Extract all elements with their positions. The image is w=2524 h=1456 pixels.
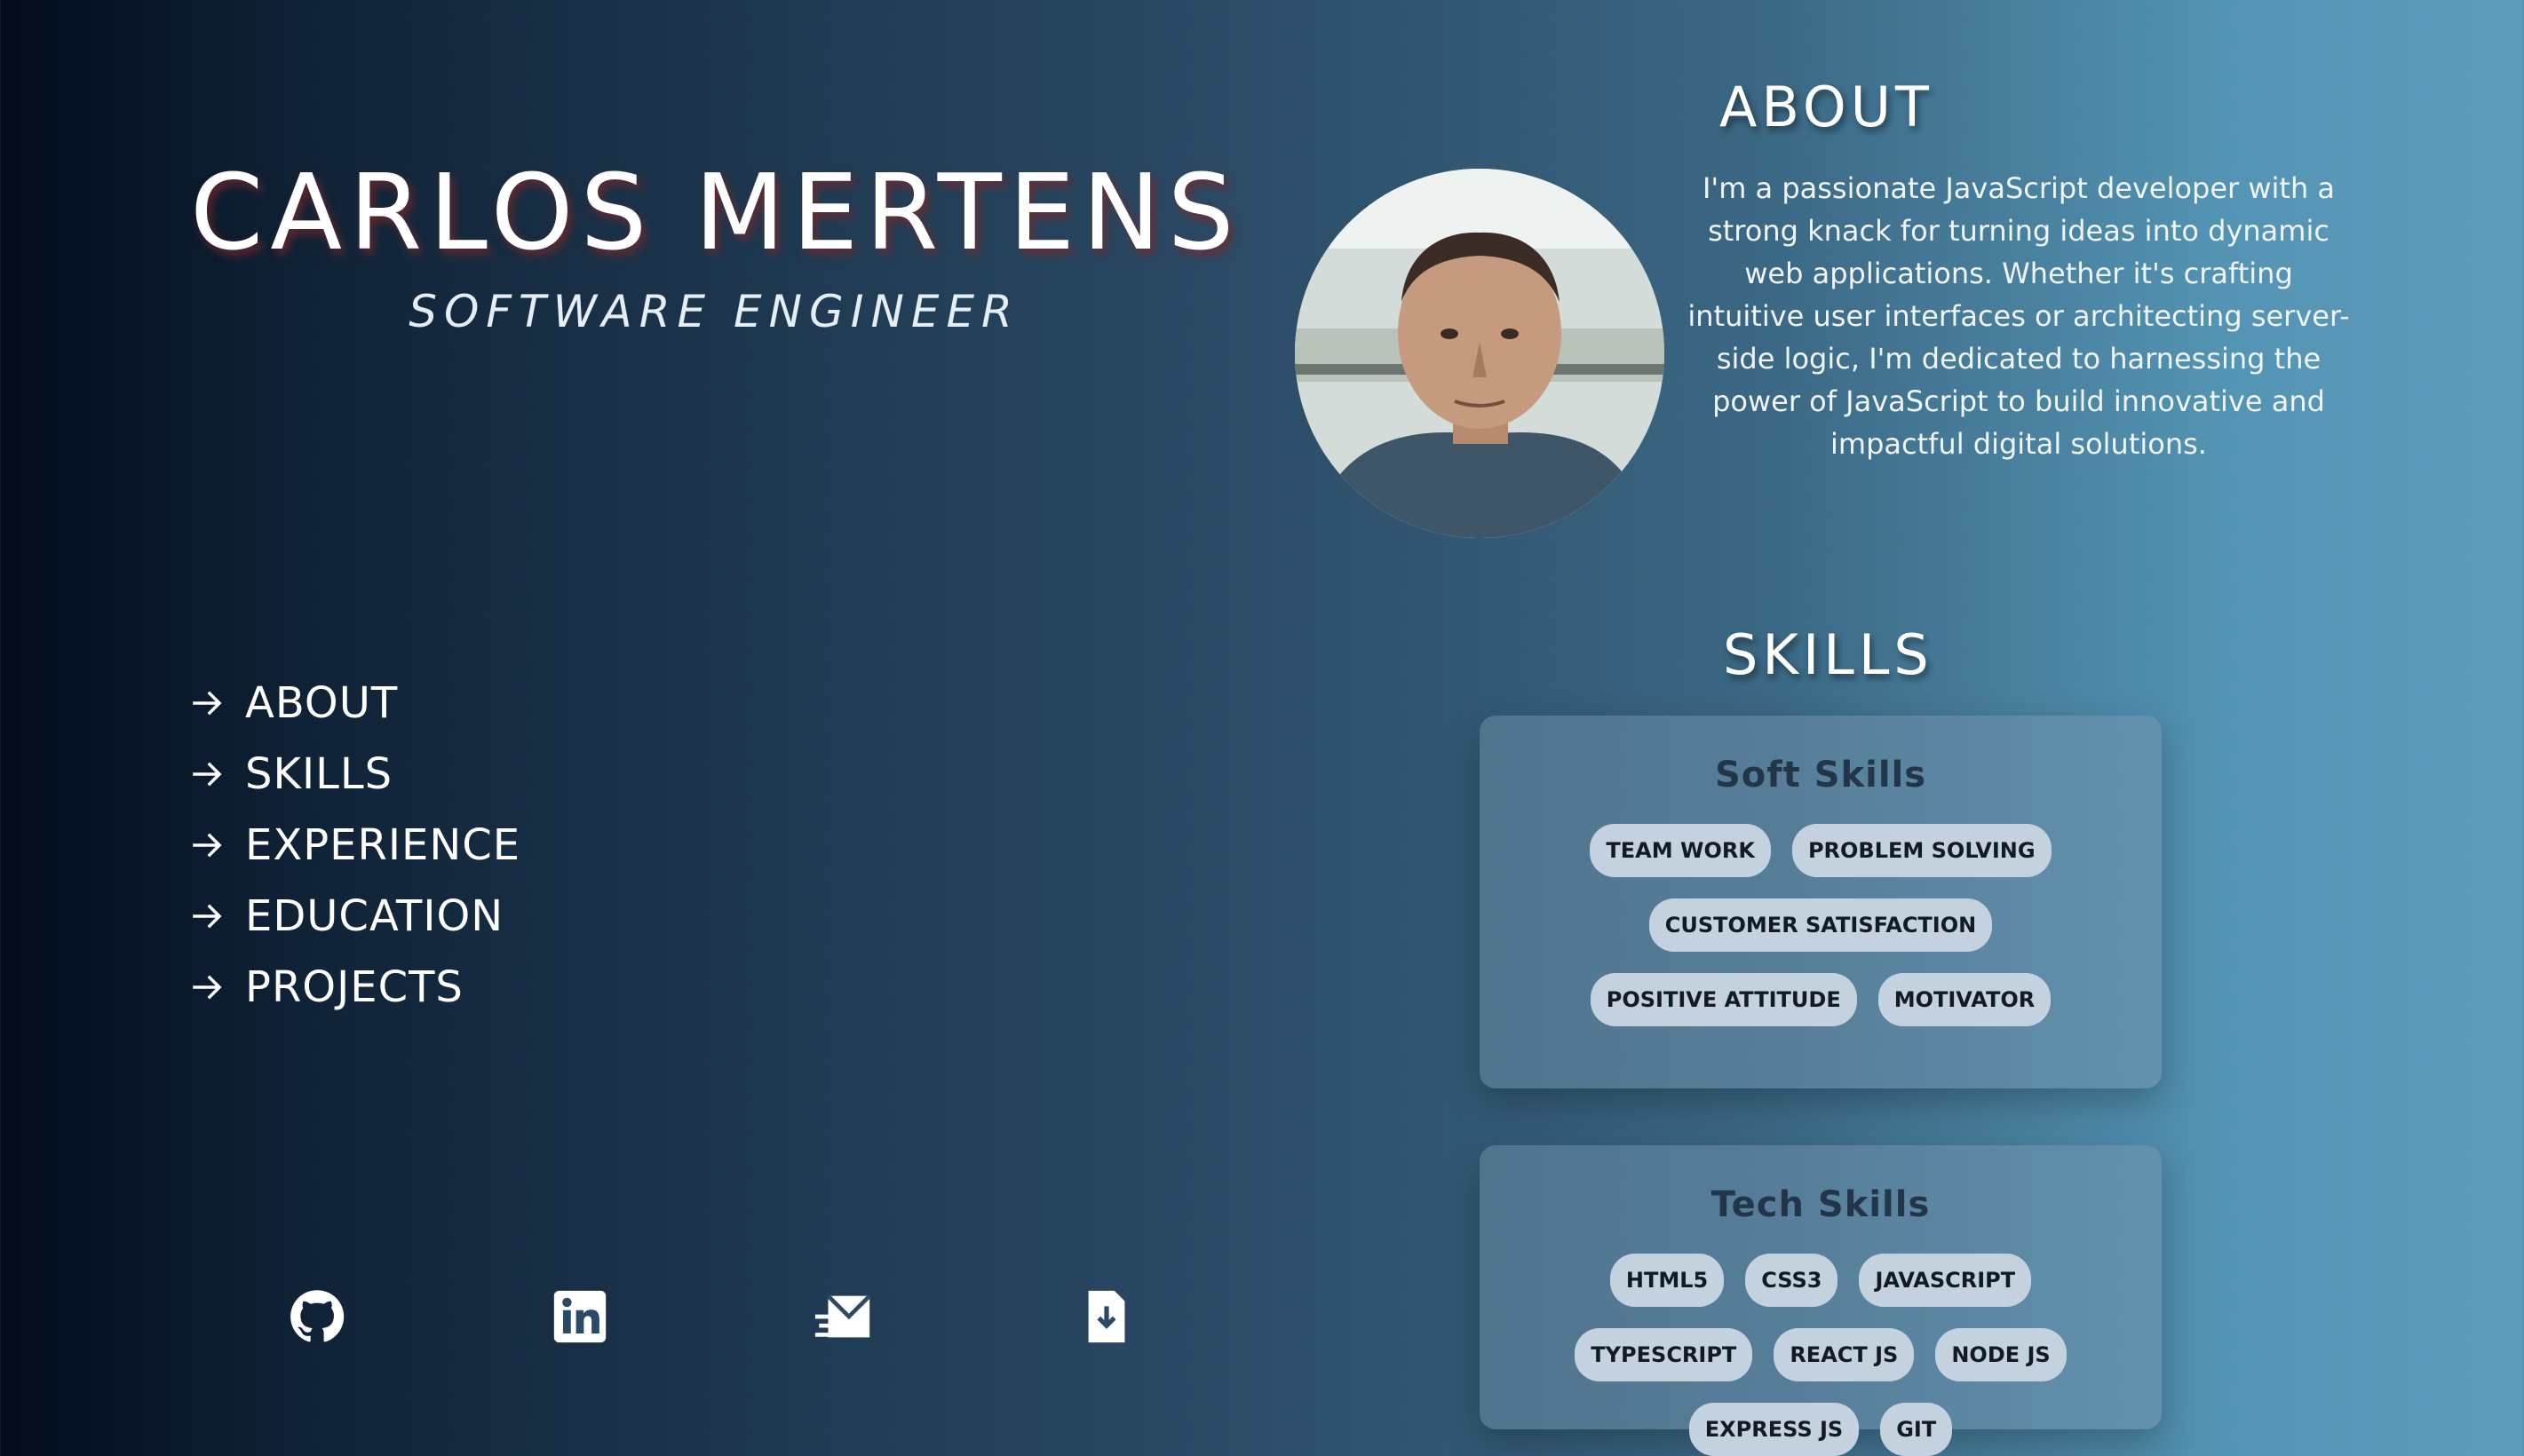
skill-chip: PROBLEM SOLVING bbox=[1791, 824, 2052, 877]
linkedin-link[interactable] bbox=[549, 1286, 611, 1348]
tech-skills-card: Tech Skills HTML5 CSS3 JAVASCRIPT TYPESC… bbox=[1480, 1145, 2162, 1456]
nav-item-skills[interactable]: SKILLS bbox=[188, 739, 520, 810]
download-resume-link[interactable] bbox=[1075, 1286, 1138, 1348]
arrow-right-icon bbox=[193, 762, 222, 787]
page-title: CARLOS MERTENS bbox=[190, 151, 1242, 273]
job-title: SOFTWARE ENGINEER bbox=[409, 286, 1020, 337]
soft-skills-title: Soft Skills bbox=[1714, 755, 1927, 795]
email-icon bbox=[814, 1294, 871, 1338]
nav-item-label: ABOUT bbox=[245, 678, 399, 728]
profile-photo bbox=[1295, 169, 1664, 538]
avatar bbox=[1295, 169, 1664, 538]
nav-item-education[interactable]: EDUCATION bbox=[188, 881, 520, 952]
nav-item-label: EDUCATION bbox=[245, 891, 504, 941]
nav-item-experience[interactable]: EXPERIENCE bbox=[188, 810, 520, 881]
arrow-right-icon bbox=[193, 904, 222, 929]
skill-chip: JAVASCRIPT bbox=[1859, 1254, 2032, 1307]
soft-skills-list: TEAM WORK PROBLEM SOLVING CUSTOMER SATIS… bbox=[1480, 824, 2162, 1026]
soft-skills-card: Soft Skills TEAM WORK PROBLEM SOLVING CU… bbox=[1480, 716, 2162, 1088]
tech-skills-title: Tech Skills bbox=[1710, 1184, 1931, 1225]
arrow-right-icon bbox=[193, 975, 222, 1000]
nav-item-projects[interactable]: PROJECTS bbox=[188, 952, 520, 1023]
skill-chip: CUSTOMER SATISFACTION bbox=[1648, 898, 1993, 952]
tech-skills-list: HTML5 CSS3 JAVASCRIPT TYPESCRIPT REACT J… bbox=[1480, 1254, 2162, 1456]
github-link[interactable] bbox=[286, 1286, 348, 1348]
skill-chip: CSS3 bbox=[1745, 1254, 1838, 1307]
email-link[interactable] bbox=[813, 1286, 875, 1348]
skill-chip: NODE JS bbox=[1935, 1328, 2067, 1381]
skill-chip: GIT bbox=[1880, 1403, 1953, 1456]
social-links bbox=[0, 1278, 1243, 1349]
nav-item-label: SKILLS bbox=[245, 749, 393, 799]
github-icon bbox=[290, 1290, 345, 1342]
skill-chip: MOTIVATOR bbox=[1877, 973, 2052, 1026]
linkedin-icon bbox=[553, 1290, 607, 1343]
section-nav: ABOUT SKILLS EXPERIENCE EDUCATION PROJEC… bbox=[188, 668, 520, 1023]
about-heading: ABOUT bbox=[1719, 75, 1933, 139]
arrow-right-icon bbox=[193, 691, 222, 716]
about-text: I'm a passionate JavaScript developer wi… bbox=[1687, 171, 2350, 461]
skill-chip: HTML5 bbox=[1609, 1254, 1725, 1307]
skill-chip: POSITIVE ATTITUDE bbox=[1590, 973, 1857, 1026]
arrow-right-icon bbox=[193, 833, 222, 858]
nav-item-label: EXPERIENCE bbox=[245, 820, 521, 870]
skills-heading: SKILLS bbox=[1723, 622, 1933, 687]
skill-chip: TYPESCRIPT bbox=[1575, 1328, 1753, 1381]
download-resume-icon bbox=[1088, 1290, 1125, 1343]
skill-chip: REACT JS bbox=[1774, 1328, 1915, 1381]
skill-chip: TEAM WORK bbox=[1590, 824, 1771, 877]
nav-item-about[interactable]: ABOUT bbox=[188, 668, 520, 739]
skill-chip: EXPRESS JS bbox=[1688, 1403, 1860, 1456]
nav-item-label: PROJECTS bbox=[245, 962, 464, 1012]
